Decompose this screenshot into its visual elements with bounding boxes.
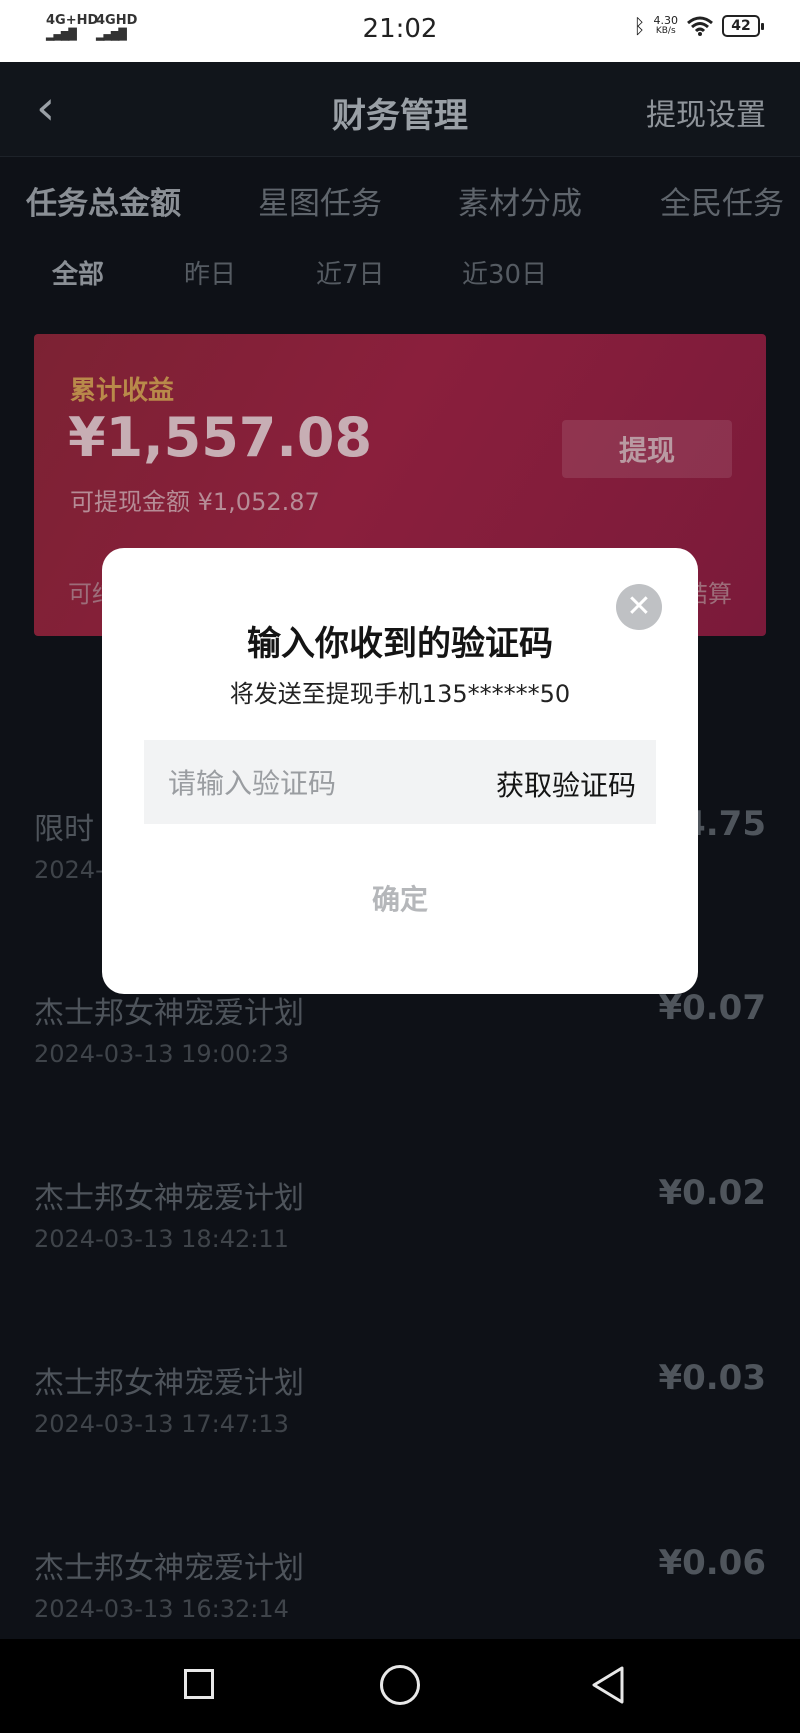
- item-date: 2024-03-13 16:32:14: [34, 1595, 289, 1623]
- item-amount: ¥0.07: [658, 988, 766, 1028]
- item-title: 杰士邦女神宠爱计划: [34, 1551, 304, 1586]
- bluetooth-icon: ᛒ: [633, 14, 646, 38]
- system-nav-bar: [0, 1639, 800, 1733]
- item-date: 2024-03-13 17:47:13: [34, 1410, 289, 1438]
- withdraw-settings-link[interactable]: 提现设置: [646, 90, 766, 134]
- battery-icon: 42: [722, 15, 764, 37]
- wifi-icon: [687, 16, 713, 36]
- network-speed-unit: KB/s: [655, 26, 676, 36]
- network-speed-value: 4.30: [653, 14, 679, 27]
- item-amount: ¥0.03: [658, 1358, 766, 1398]
- code-field: 获取验证码: [144, 740, 656, 824]
- list-item[interactable]: 杰士邦女神宠爱计划 2024-03-13 19:00:23 ¥0.07: [0, 988, 800, 1108]
- withdraw-button[interactable]: 提现: [562, 420, 732, 478]
- withdrawable-amount: 可提现金额 ¥1,052.87: [70, 488, 320, 516]
- status-bar: 4G+HD ▂▄▆█ 4GHD ▂▄▆█ 21:02 ᛒ 4.30 KB/s 4…: [0, 0, 800, 62]
- tab-material[interactable]: 素材分成: [458, 178, 582, 223]
- filter-all[interactable]: 全部: [52, 254, 104, 291]
- card-label: 累计收益: [70, 376, 175, 406]
- item-amount: ¥0.06: [658, 1543, 766, 1583]
- recent-apps-icon[interactable]: [184, 1669, 214, 1699]
- item-title: 杰士邦女神宠爱计划: [34, 996, 304, 1031]
- total-earnings: ¥1,557.08: [68, 406, 373, 469]
- tab-xingtu[interactable]: 星图任务: [258, 178, 382, 223]
- status-icons: ᛒ 4.30 KB/s 42: [633, 14, 764, 38]
- back-icon[interactable]: [590, 1665, 626, 1705]
- dialog-subtitle: 将发送至提现手机135******50: [229, 680, 571, 708]
- item-title: 限时: [34, 812, 94, 847]
- filter-7days[interactable]: 近7日: [316, 254, 385, 291]
- battery-level: 42: [731, 18, 751, 34]
- list-item[interactable]: 杰士邦女神宠爱计划 2024-03-13 18:42:11 ¥0.02: [0, 1173, 800, 1293]
- item-date: 2024-03-13 19:00:23: [34, 1040, 289, 1068]
- tab-public[interactable]: 全民任务: [660, 178, 784, 223]
- get-code-button[interactable]: 获取验证码: [496, 764, 636, 804]
- item-date: 2024-03-13 18:42:11: [34, 1225, 289, 1253]
- item-title: 杰士邦女神宠爱计划: [34, 1181, 304, 1216]
- category-tabs: 任务总金额 星图任务 素材分成 全民任务: [0, 178, 800, 228]
- verification-code-input[interactable]: [166, 758, 470, 808]
- filter-yesterday[interactable]: 昨日: [184, 254, 236, 291]
- dialog-title: 输入你收到的验证码: [247, 624, 553, 664]
- time-filter-tabs: 全部 昨日 近7日 近30日: [0, 254, 800, 294]
- item-title: 杰士邦女神宠爱计划: [34, 1366, 304, 1401]
- tab-total[interactable]: 任务总金额: [26, 178, 181, 223]
- list-item[interactable]: 杰士邦女神宠爱计划 2024-03-13 17:47:13 ¥0.03: [0, 1358, 800, 1478]
- item-date: 2024-: [34, 856, 104, 884]
- header: ‹ 财务管理 提现设置: [0, 62, 800, 157]
- confirm-button[interactable]: 确定: [102, 878, 698, 918]
- verification-dialog: ✕ 输入你收到的验证码 将发送至提现手机135******50 获取验证码 确定: [102, 548, 698, 994]
- filter-30days[interactable]: 近30日: [462, 254, 547, 291]
- item-amount: ¥0.02: [658, 1173, 766, 1213]
- home-icon[interactable]: [380, 1665, 420, 1705]
- network-speed: 4.30 KB/s: [654, 15, 679, 37]
